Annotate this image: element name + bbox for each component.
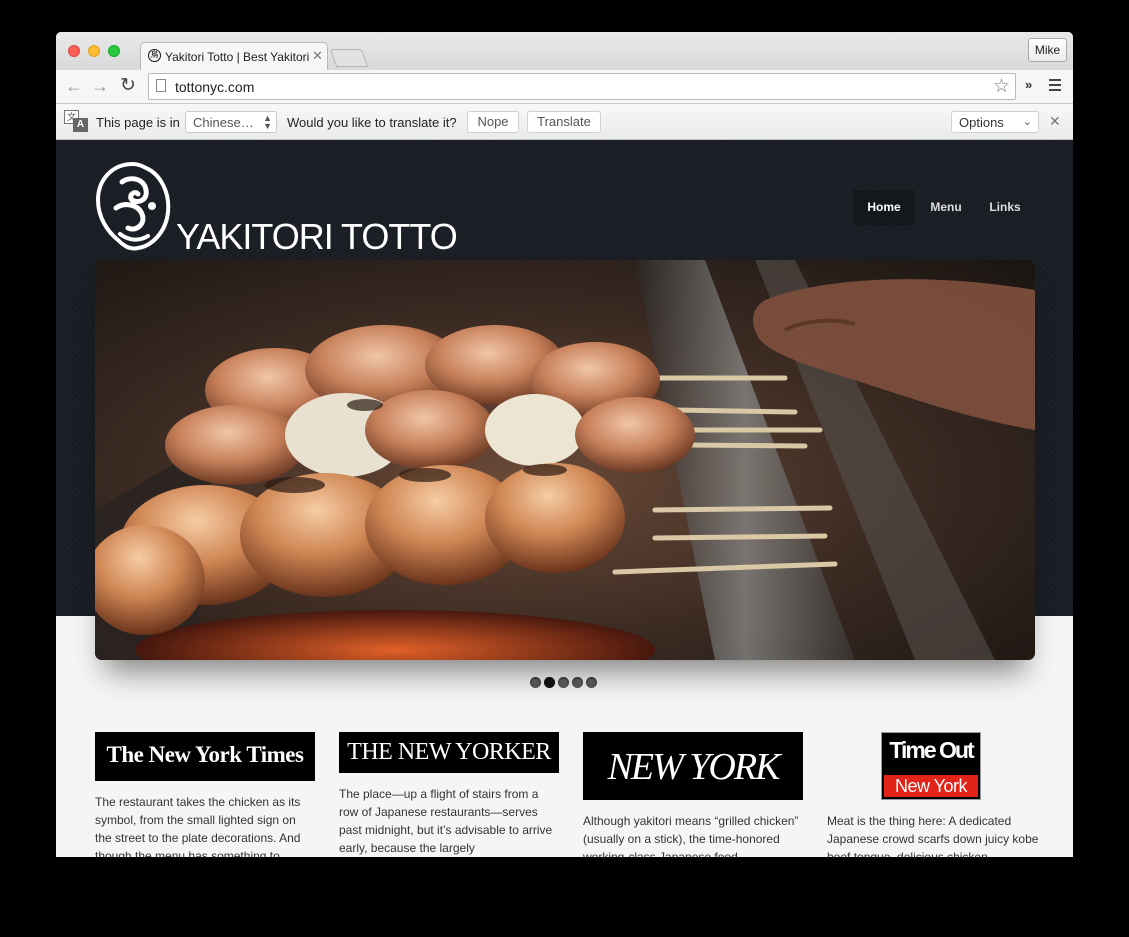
slide-dot-5[interactable] <box>586 677 597 688</box>
url-text[interactable]: tottonyc.com <box>175 79 254 95</box>
new-tab-button[interactable] <box>329 49 369 67</box>
site-title[interactable]: YAKITORI TOTTO <box>176 216 458 258</box>
newyorker-logo[interactable]: THE NEW YORKER <box>339 732 559 773</box>
options-select[interactable]: Options ⌄ <box>951 111 1039 133</box>
minimize-window-button[interactable] <box>88 45 100 57</box>
hero-slideshow-image <box>95 260 1035 660</box>
options-label: Options <box>959 115 1004 130</box>
profile-button[interactable]: Mike <box>1028 38 1067 62</box>
select-updown-icon: ▲ ▼ <box>263 113 272 131</box>
reload-icon[interactable]: ↻ <box>120 74 136 97</box>
translate-question: Would you like to translate it? <box>287 115 457 130</box>
close-infobar-icon[interactable]: ✕ <box>1049 113 1061 130</box>
tab-bar: 鳥 Yakitori Totto | Best Yakitori i ✕ Mik… <box>56 32 1073 70</box>
totto-logo-icon[interactable] <box>94 160 172 252</box>
timeout-logo-top: Time Out <box>889 737 974 763</box>
extensions-overflow-icon[interactable]: » <box>1025 77 1032 92</box>
web-page: YAKITORI TOTTO Home Menu Links The New Y… <box>56 140 1073 857</box>
translate-button[interactable]: Translate <box>527 111 601 133</box>
browser-tab[interactable]: 鳥 Yakitori Totto | Best Yakitori i ✕ <box>140 42 328 70</box>
slide-dot-2[interactable] <box>544 677 555 688</box>
tab-close-icon[interactable]: ✕ <box>312 48 323 64</box>
newyorkmag-logo-text: NEW YORK <box>607 746 781 788</box>
hamburger-menu-icon[interactable] <box>1049 79 1061 94</box>
browser-window: 鳥 Yakitori Totto | Best Yakitori i ✕ Mik… <box>56 32 1073 857</box>
nytimes-logo[interactable]: The New York Times <box>95 732 315 781</box>
nav-links[interactable]: Links <box>983 190 1027 225</box>
tab-title: Yakitori Totto | Best Yakitori i <box>165 50 309 64</box>
slide-dot-3[interactable] <box>558 677 569 688</box>
press-item-timeout: Time Out New York Meat is the thing here… <box>827 732 1047 857</box>
source-language-select[interactable]: Chinese… ▲ ▼ <box>185 111 277 133</box>
press-quote: Although yakitori means “grilled chicken… <box>583 814 799 857</box>
chevron-down-icon: ⌄ <box>1022 116 1032 128</box>
browser-toolbar: ← → ↻ tottonyc.com ☆ » <box>56 70 1073 104</box>
newyorker-logo-text: THE NEW YORKER <box>347 739 551 765</box>
press-quote: The place—up a flight of stairs from a r… <box>339 787 553 855</box>
newyorkmag-logo[interactable]: NEW YORK <box>583 732 803 800</box>
translate-infobar: 文A This page is in Chinese… ▲ ▼ Would you… <box>56 104 1073 140</box>
nytimes-logo-text: The New York Times <box>106 742 304 767</box>
translate-icon: 文A <box>64 110 88 132</box>
page-icon <box>156 79 166 92</box>
press-quote: Meat is the thing here: A dedicated Japa… <box>827 814 1039 857</box>
press-item-newyorkmag: NEW YORK Although yakitori means “grille… <box>583 732 803 857</box>
translate-prefix: This page is in <box>96 115 180 130</box>
bookmark-star-icon[interactable]: ☆ <box>993 75 1010 98</box>
nope-button[interactable]: Nope <box>467 111 519 133</box>
close-window-button[interactable] <box>68 45 80 57</box>
press-quote: The restaurant takes the chicken as its … <box>95 795 301 857</box>
forward-arrow-icon[interactable]: → <box>91 76 109 97</box>
back-arrow-icon[interactable]: ← <box>65 76 83 97</box>
source-language-value: Chinese… <box>193 115 254 130</box>
press-item-nytimes: The New York Times The restaurant takes … <box>95 732 315 857</box>
timeout-logo-bottom: New York <box>884 775 978 797</box>
timeout-logo-box: Time Out New York <box>881 732 981 800</box>
address-bar[interactable]: tottonyc.com ☆ <box>148 73 1016 100</box>
slide-dot-1[interactable] <box>530 677 541 688</box>
site-favicon-icon: 鳥 <box>148 49 161 62</box>
slide-dot-4[interactable] <box>572 677 583 688</box>
timeout-logo[interactable]: Time Out New York <box>827 732 1047 800</box>
press-item-newyorker: THE NEW YORKER The place—up a flight of … <box>339 732 559 857</box>
zoom-window-button[interactable] <box>108 45 120 57</box>
nav-menu[interactable]: Menu <box>922 190 970 225</box>
nav-home[interactable]: Home <box>853 190 915 225</box>
